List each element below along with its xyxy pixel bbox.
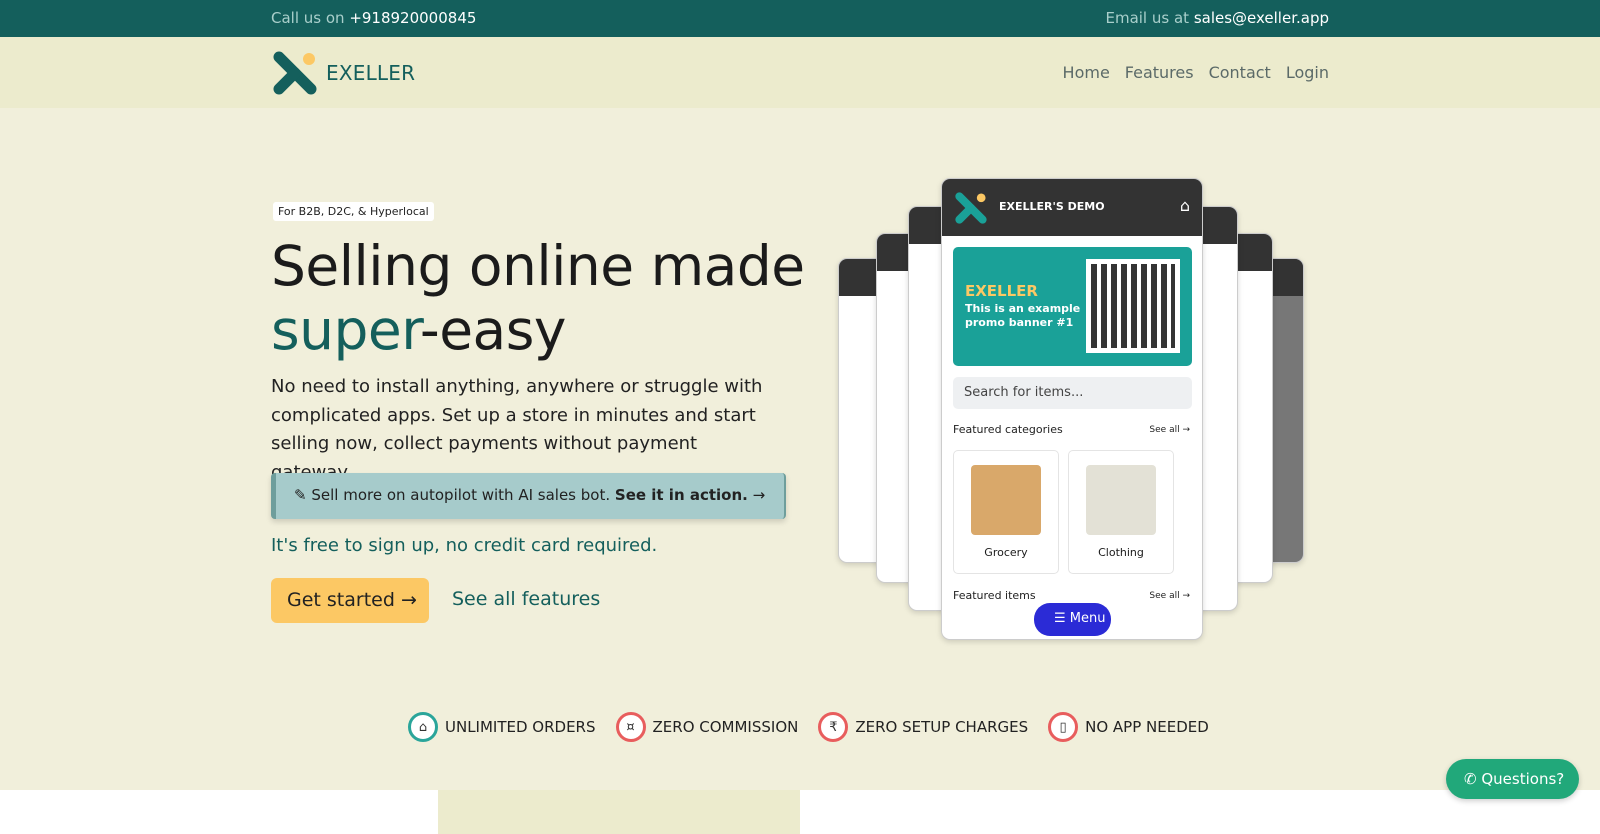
demo-store-title: EXELLER'S DEMO [999,200,1105,213]
next-section-panel [438,790,800,834]
brand-name[interactable]: EXELLER [326,61,415,85]
email-contact[interactable]: Email us at sales@exeller.app [1105,9,1329,27]
promo-banner[interactable]: EXELLER This is an example promo banner … [953,247,1192,366]
phone-contact[interactable]: Call us on +918920000845 [271,9,476,27]
clothing-image [1086,465,1156,535]
see-all-categories-link[interactable]: See all → [1149,425,1190,435]
see-all-label: See all [1149,425,1180,435]
whatsapp-icon: ✆ [1464,770,1477,788]
coins-icon: ¤ [615,712,646,742]
exeller-logo-icon[interactable] [273,51,317,95]
category-card-clothing[interactable]: Clothing [1068,450,1174,574]
feature-no-app-needed: ▯ NO APP NEEDED [1048,712,1209,742]
next-section-panel-2 [800,790,1162,834]
questions-label: Questions? [1481,770,1565,788]
audience-tag: For B2B, D2C, & Hyperlocal [273,202,434,221]
feature-highlights: ⌂ UNLIMITED ORDERS ¤ ZERO COMMISSION ₹ ZERO… [408,712,1209,742]
demo-phone: EXELLER'S DEMO ⌂ EXELLER This is an exam… [941,178,1203,640]
app-preview-stack: EXELLER'S DEMO ⌂ EXELLER This is an exam… [838,178,1304,640]
email-address[interactable]: sales@exeller.app [1194,9,1329,27]
grocery-image [971,465,1041,535]
feature-unlimited-orders: ⌂ UNLIMITED ORDERS [408,712,596,742]
see-all-items-link[interactable]: See all → [1149,591,1190,601]
hamburger-icon: ☰ [1054,611,1066,626]
title-line1: Selling online made [271,234,805,298]
questions-chat-button[interactable]: ✆ Questions? [1446,759,1579,799]
basket-icon: ⌂ [408,712,438,742]
phone-label: Call us on [271,9,350,27]
hero-description: No need to install anything, anywhere or… [271,376,763,483]
rupee-icon: ₹ [818,712,849,742]
ai-banner-link[interactable]: See it in action. [615,486,748,504]
qr-code-icon [1086,259,1180,353]
main-menu: Home Features Contact Login [1063,63,1329,82]
nav-contact[interactable]: Contact [1209,63,1271,82]
promo-banner-subtitle: This is an example promo banner #1 [965,302,1081,329]
feature-label: UNLIMITED ORDERS [445,718,596,736]
exeller-logo-icon [955,192,987,224]
featured-items-heading: Featured items [953,589,1036,602]
see-all-features-link[interactable]: See all features [452,588,600,610]
demo-menu-button[interactable]: ☰ Menu [1034,603,1111,636]
get-started-label: Get started [287,589,395,611]
feature-zero-commission: ¤ ZERO COMMISSION [615,712,799,742]
nav-home[interactable]: Home [1063,63,1110,82]
basket-icon[interactable]: ⌂ [1180,196,1190,215]
category-label: Clothing [1098,546,1144,559]
phone-number[interactable]: +918920000845 [349,9,476,27]
see-all-label: See all [1149,591,1180,601]
navbar: EXELLER Home Features Contact Login [0,37,1600,108]
free-signup-note: It's free to sign up, no credit card req… [271,535,658,556]
magic-wand-icon: ✎ [294,486,307,504]
hero-section: For B2B, D2C, & Hyperlocal Selling onlin… [0,108,1600,790]
top-contact-bar: Call us on +918920000845 Email us at sal… [0,0,1600,37]
get-started-button[interactable]: Get started → [271,578,429,623]
feature-label: NO APP NEEDED [1085,718,1209,736]
no-phone-icon: ▯ [1048,712,1079,742]
arrow-right-icon: → [752,486,766,504]
feature-label: ZERO SETUP CHARGES [855,718,1029,736]
ai-banner-text: Sell more on autopilot with AI sales bot… [311,486,611,504]
nav-features[interactable]: Features [1125,63,1194,82]
promo-banner-title: EXELLER [965,282,1038,300]
featured-categories-heading: Featured categories [953,423,1063,436]
feature-label: ZERO COMMISSION [652,718,799,736]
ai-sales-bot-banner[interactable]: ✎ Sell more on autopilot with AI sales b… [271,473,786,519]
category-card-grocery[interactable]: Grocery [953,450,1059,574]
hero-title: Selling online made super-easy [271,234,871,362]
feature-zero-setup-charges: ₹ ZERO SETUP CHARGES [818,712,1028,742]
arrow-right-icon: → [400,589,417,611]
nav-login[interactable]: Login [1286,63,1329,82]
category-label: Grocery [984,546,1028,559]
email-label: Email us at [1105,9,1194,27]
menu-label: Menu [1069,611,1106,626]
demo-search-input[interactable]: Search for items... [953,377,1192,409]
title-accent: super [271,298,420,362]
title-rest: -easy [419,298,567,362]
